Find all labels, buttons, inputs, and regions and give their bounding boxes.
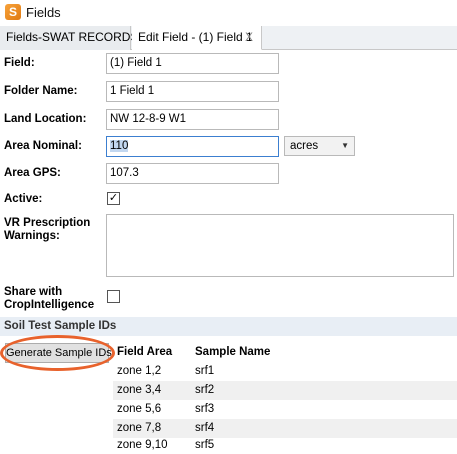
area-unit-select[interactable]: acres ▼	[284, 136, 355, 156]
window-title: Fields	[26, 5, 61, 20]
land-location-input[interactable]: NW 12-8-9 W1	[106, 109, 279, 130]
area-nominal-input[interactable]: 110	[106, 136, 279, 157]
table-row[interactable]: zone 1,2 srf1	[113, 362, 457, 381]
share-checkbox[interactable]	[107, 290, 120, 303]
highlight-annotation-ring	[0, 335, 115, 371]
table-row[interactable]: zone 9,10 srf5	[113, 436, 457, 454]
table-row[interactable]: zone 3,4 srf2	[113, 381, 457, 400]
tab-edit-field[interactable]: Edit Field - (1) Field 1 X	[132, 26, 262, 50]
section-title: Soil Test Sample IDs	[4, 320, 117, 332]
folder-name-label: Folder Name:	[4, 85, 78, 97]
chevron-down-icon: ▼	[341, 141, 349, 150]
sample-name-cell: srf2	[195, 384, 215, 396]
soil-test-section-header: Soil Test Sample IDs	[0, 317, 457, 336]
sample-name-cell: srf3	[195, 403, 215, 415]
table-row[interactable]: zone 5,6 srf3	[113, 400, 457, 419]
field-area-cell: zone 1,2	[117, 365, 162, 377]
area-nominal-label: Area Nominal:	[4, 140, 82, 152]
field-input[interactable]: (1) Field 1	[106, 53, 279, 74]
sample-name-cell: srf1	[195, 365, 215, 377]
folder-name-input[interactable]: 1 Field 1	[106, 81, 279, 102]
close-icon[interactable]: X	[245, 26, 253, 49]
app-logo-icon: S	[5, 4, 21, 20]
column-header-field-area[interactable]: Field Area	[117, 342, 172, 362]
tab-label: Edit Field - (1) Field 1	[138, 30, 253, 44]
sample-name-cell: srf5	[195, 439, 215, 451]
column-header-sample-name[interactable]: Sample Name	[195, 342, 270, 362]
area-gps-label: Area GPS:	[4, 167, 61, 179]
share-label-line1: Share with	[4, 286, 63, 298]
field-area-cell: zone 3,4	[117, 384, 162, 396]
vr-warnings-textarea[interactable]	[106, 214, 454, 277]
tab-fields-list[interactable]: Fields-SWAT RECORDS SK	[0, 26, 158, 50]
area-gps-input[interactable]: 107.3	[106, 163, 279, 184]
field-label: Field:	[4, 57, 35, 69]
active-checkbox[interactable]: ✓	[107, 192, 120, 205]
share-label-line2: CropIntelligence	[4, 299, 95, 311]
tab-strip: Fields-SWAT RECORDS SK Edit Field - (1) …	[0, 26, 457, 50]
land-location-label: Land Location:	[4, 113, 87, 125]
sample-ids-grid: Field Area Sample Name zone 1,2 srf1 zon…	[113, 342, 457, 454]
vr-warnings-label-line2: Warnings:	[4, 230, 60, 242]
title-bar: S Fields	[0, 0, 457, 26]
field-area-cell: zone 9,10	[117, 439, 168, 451]
active-label: Active:	[4, 193, 43, 205]
vr-warnings-label-line1: VR Prescription	[4, 217, 91, 229]
field-area-cell: zone 5,6	[117, 403, 162, 415]
